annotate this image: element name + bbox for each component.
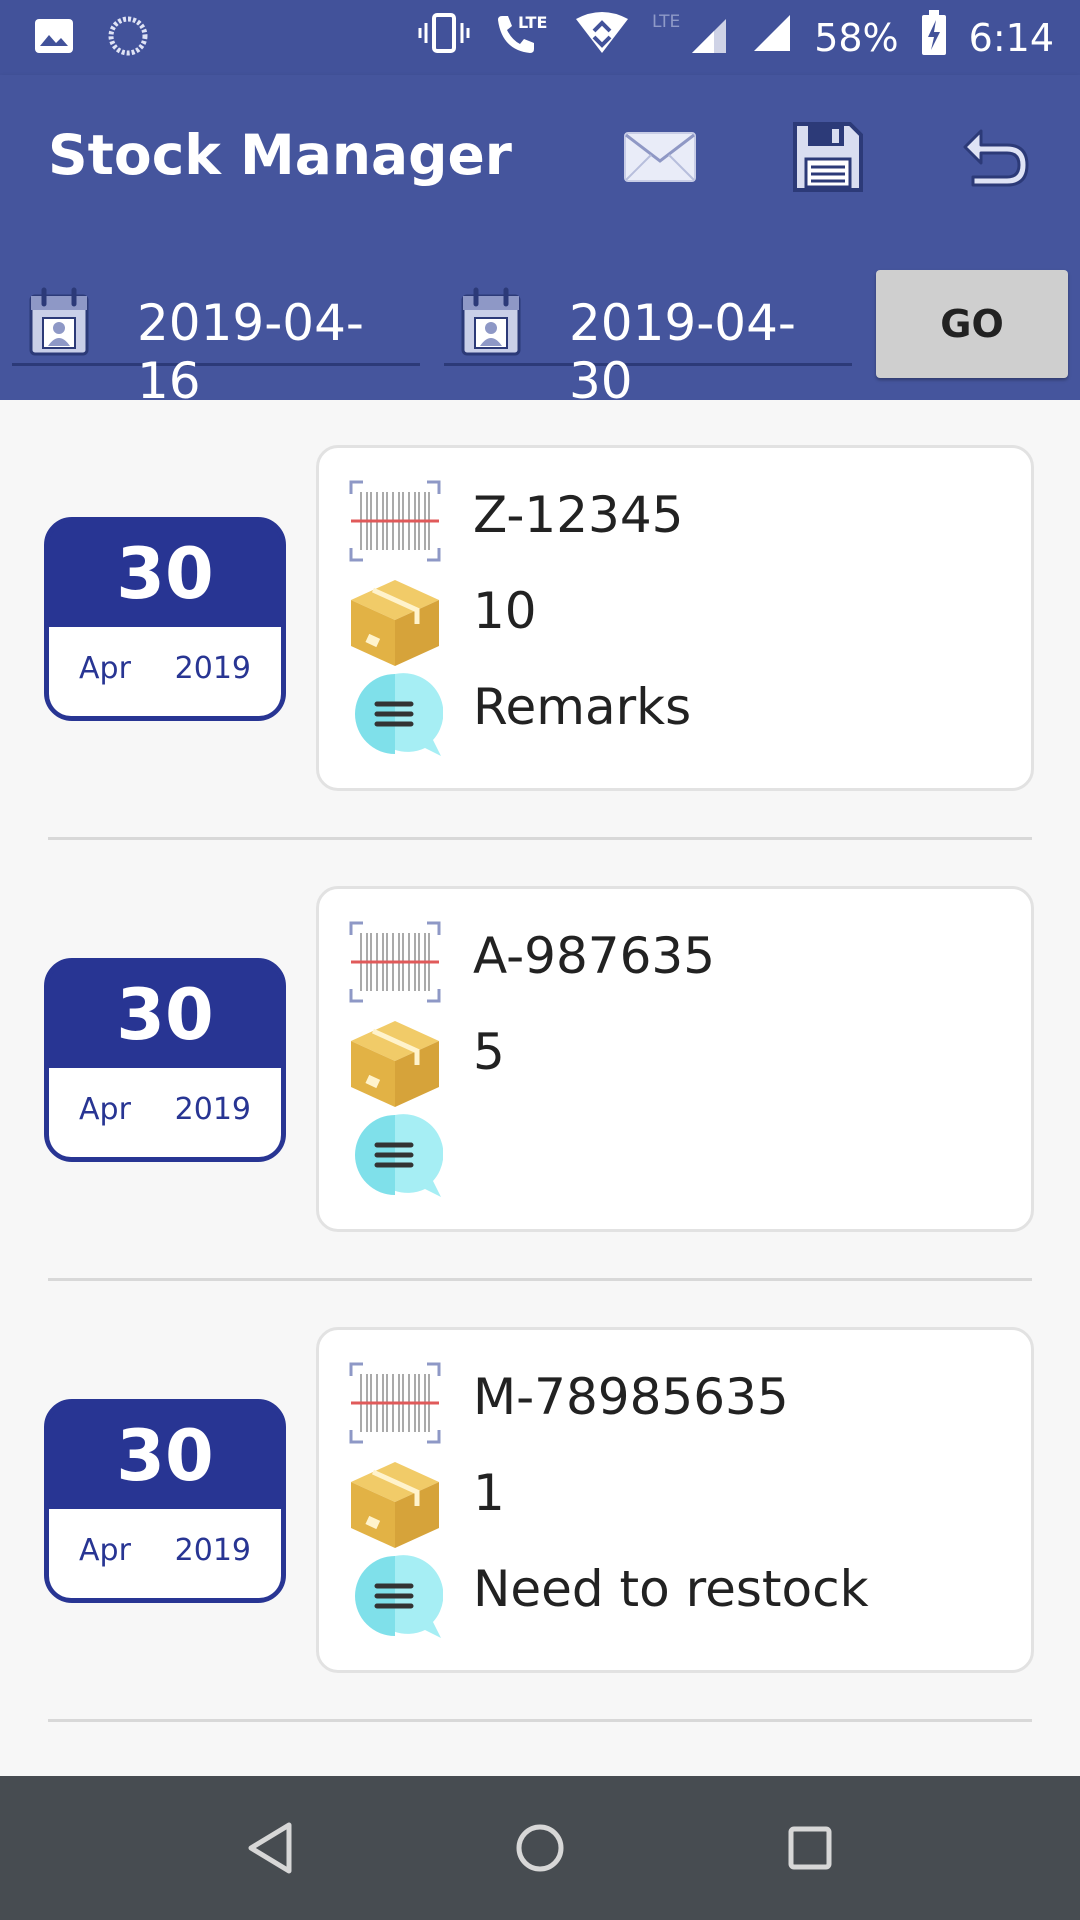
barcode-icon [347, 1360, 443, 1456]
vibrate-icon [418, 11, 470, 64]
system-nav-bar [0, 1776, 1080, 1920]
calendar-icon [28, 286, 90, 362]
wifi-icon [574, 11, 630, 64]
date-badge: 30 Apr 2019 [44, 517, 286, 721]
clock: 6:14 [968, 15, 1054, 60]
date-badge: 30 Apr 2019 [44, 958, 286, 1162]
entry-card[interactable]: M-78985635 1 Need to restock [316, 1327, 1034, 1673]
save-button[interactable] [788, 117, 868, 197]
box-icon [347, 574, 443, 670]
item-remark: Need to restock [473, 1560, 869, 1618]
recents-icon [788, 1826, 832, 1870]
svg-text:LTE: LTE [652, 12, 680, 32]
box-icon [347, 1015, 443, 1111]
battery-percent: 58% [814, 15, 899, 60]
date-year: 2019 [174, 1533, 251, 1568]
barcode-icon [347, 919, 443, 1015]
item-remark: Remarks [473, 678, 692, 736]
entry-card[interactable]: A-987635 5 [316, 886, 1034, 1232]
from-date-field[interactable]: 2019-04-16 [12, 278, 420, 410]
to-date-field[interactable]: 2019-04-30 [444, 278, 852, 410]
date-day: 30 [116, 1415, 214, 1497]
item-code: A-987635 [473, 927, 716, 985]
signal-icon [752, 13, 792, 62]
remark-icon [347, 1111, 444, 1207]
item-quantity: 5 [473, 1023, 505, 1081]
list-item[interactable]: 30 Apr 2019 Z-12345 10 Remarks [0, 400, 1080, 841]
box-icon [347, 1456, 443, 1552]
mail-button[interactable] [620, 117, 700, 197]
date-filter-bar: 2019-04-16 2019-04-30 GO [0, 240, 1080, 410]
from-date-value: 2019-04-16 [137, 294, 364, 410]
remark-icon [347, 670, 444, 766]
lte-call-icon: LTE [492, 10, 552, 65]
recents-button[interactable] [775, 1813, 845, 1883]
item-quantity: 1 [473, 1464, 505, 1522]
item-code: M-78985635 [473, 1368, 789, 1426]
item-quantity: 10 [473, 582, 537, 640]
list-item[interactable]: 30 Apr 2019 M-78985635 1 Need to restock [0, 1282, 1080, 1723]
back-button[interactable] [235, 1813, 305, 1883]
battery-charging-icon [921, 10, 947, 65]
date-day: 30 [116, 533, 214, 615]
svg-text:LTE: LTE [518, 13, 547, 32]
date-day: 30 [116, 974, 214, 1056]
divider [48, 1719, 1032, 1722]
undo-button[interactable] [956, 117, 1036, 197]
image-notification-icon [34, 18, 74, 58]
divider [48, 1278, 1032, 1281]
divider [48, 837, 1032, 840]
app-title: Stock Manager [48, 123, 512, 187]
date-badge: 30 Apr 2019 [44, 1399, 286, 1603]
app-bar: Stock Manager [0, 75, 1080, 240]
save-icon [793, 122, 863, 192]
list-item[interactable]: 30 Apr 2019 A-987635 5 [0, 841, 1080, 1282]
date-year: 2019 [174, 651, 251, 686]
date-month: Apr [79, 1092, 131, 1127]
home-icon [516, 1824, 564, 1872]
home-button[interactable] [505, 1813, 575, 1883]
remark-icon [347, 1552, 444, 1648]
status-bar: LTE LTE 58% 6:14 [0, 0, 1080, 75]
lte-signal-icon: LTE [652, 11, 730, 64]
calendar-icon [460, 286, 522, 362]
stock-entry-list: 30 Apr 2019 Z-12345 10 Remarks 30 Apr 20… [0, 400, 1080, 1723]
go-button[interactable]: GO [876, 270, 1068, 378]
date-month: Apr [79, 1533, 131, 1568]
entry-card[interactable]: Z-12345 10 Remarks [316, 445, 1034, 791]
date-year: 2019 [174, 1092, 251, 1127]
sync-notification-icon [108, 16, 148, 60]
barcode-icon [347, 478, 443, 574]
back-icon [248, 1822, 292, 1874]
undo-icon [963, 129, 1029, 187]
to-date-value: 2019-04-30 [569, 294, 796, 410]
mail-icon [624, 132, 696, 182]
date-month: Apr [79, 651, 131, 686]
item-code: Z-12345 [473, 486, 684, 544]
